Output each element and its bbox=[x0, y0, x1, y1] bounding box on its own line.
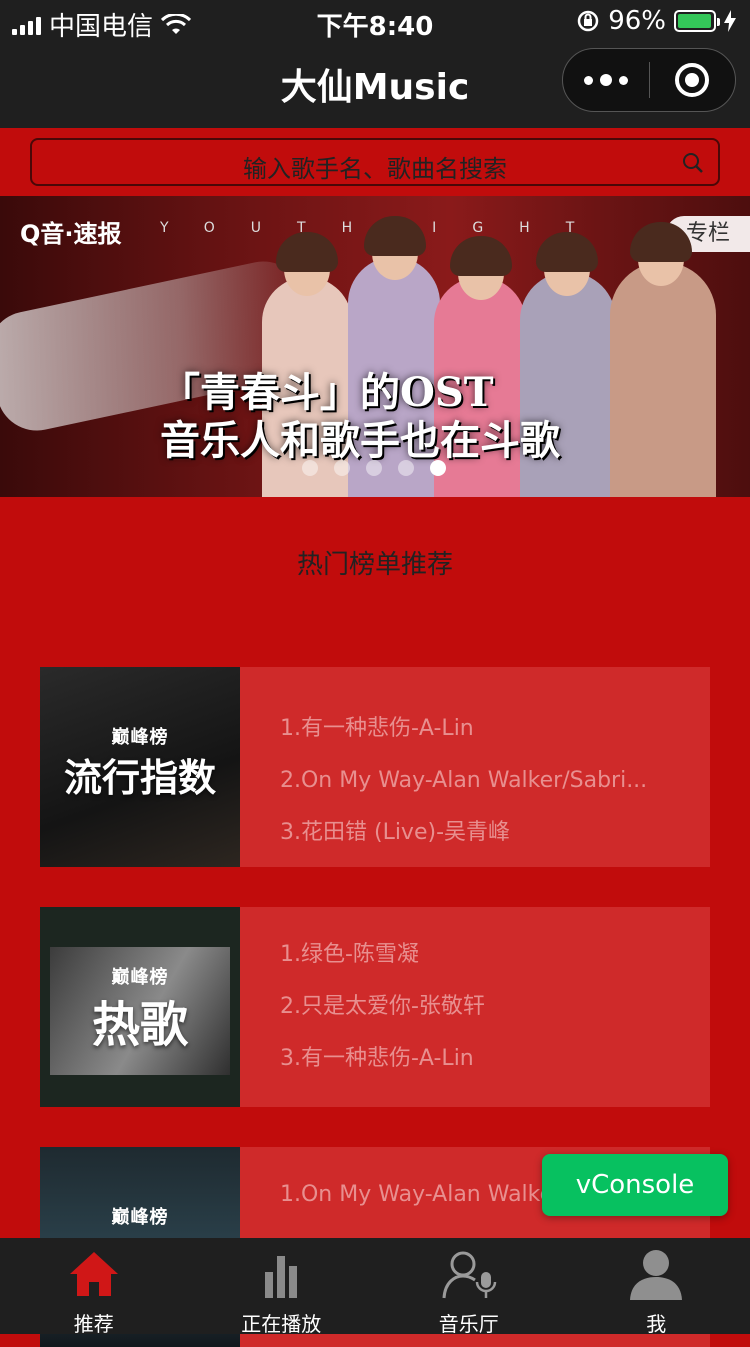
tab-label: 我 bbox=[563, 1308, 750, 1337]
home-icon bbox=[66, 1248, 122, 1300]
charging-icon bbox=[724, 10, 736, 32]
rotation-lock-icon bbox=[576, 9, 600, 33]
song-item: 3.有一种悲伤-A-Lin bbox=[280, 1033, 670, 1085]
singer-mic-icon bbox=[441, 1248, 497, 1300]
tab-now-playing[interactable]: 正在播放 bbox=[188, 1238, 376, 1334]
song-item: 1.绿色-陈雪凝 bbox=[280, 929, 670, 981]
search-input[interactable]: 输入歌手名、歌曲名搜索 bbox=[30, 138, 720, 186]
song-list: 1.绿色-陈雪凝 2.只是太爱你-张敬轩 3.有一种悲伤-A-Lin bbox=[240, 907, 710, 1107]
navigation-bar: 大仙Music bbox=[0, 40, 750, 128]
song-item: 1.有一种悲伤-A-Lin bbox=[280, 703, 670, 755]
tab-label: 音乐厅 bbox=[375, 1308, 563, 1337]
more-dots-icon bbox=[584, 76, 593, 85]
search-placeholder: 输入歌手名、歌曲名搜索 bbox=[32, 149, 718, 184]
battery-percent: 96% bbox=[608, 6, 666, 36]
bars-icon bbox=[253, 1248, 309, 1300]
carousel-dot[interactable] bbox=[430, 460, 446, 476]
search-area: 输入歌手名、歌曲名搜索 bbox=[0, 128, 750, 196]
tab-me[interactable]: 我 bbox=[563, 1238, 750, 1334]
cover-title: 流行指数 bbox=[40, 747, 240, 802]
ranking-cover: 巅峰榜 流行指数 bbox=[40, 667, 240, 867]
ranking-card-hot-songs[interactable]: 巅峰榜 热歌 1.绿色-陈雪凝 2.只是太爱你-张敬轩 3.有一种悲伤-A-Li… bbox=[40, 907, 710, 1107]
cover-title: 热歌 bbox=[40, 985, 240, 1055]
search-icon[interactable] bbox=[682, 152, 704, 174]
cover-logo: 巅峰榜 bbox=[40, 723, 240, 749]
banner-carousel[interactable]: Q音·速报 YOUTHFIGHT 专栏 「青春斗」的OST 音乐人和歌手也在斗歌 bbox=[0, 196, 750, 497]
tab-recommend[interactable]: 推荐 bbox=[0, 1238, 188, 1334]
cover-logo: 巅峰榜 bbox=[40, 1203, 240, 1229]
battery-icon bbox=[674, 10, 716, 32]
status-bar: 中国电信 下午8:40 96% bbox=[0, 0, 750, 40]
close-mini-program-button[interactable] bbox=[650, 49, 736, 111]
song-item: 2.只是太爱你-张敬轩 bbox=[280, 981, 670, 1033]
carousel-dot[interactable] bbox=[398, 460, 414, 476]
tab-label: 正在播放 bbox=[188, 1308, 376, 1337]
banner-brand: Q音·速报 bbox=[20, 214, 122, 249]
tab-bar: 推荐 正在播放 音乐厅 我 bbox=[0, 1238, 750, 1334]
song-list: 1.有一种悲伤-A-Lin 2.On My Way-Alan Walker/Sa… bbox=[240, 667, 710, 867]
ranking-cover: 巅峰榜 热歌 bbox=[40, 907, 240, 1107]
mini-program-capsule bbox=[562, 48, 736, 112]
song-item: 2.On My Way-Alan Walker/Sabri... bbox=[280, 755, 670, 807]
song-item: 3.花田错 (Live)-吴青峰 bbox=[280, 807, 670, 859]
user-icon bbox=[628, 1248, 684, 1300]
carousel-dot[interactable] bbox=[366, 460, 382, 476]
more-options-button[interactable] bbox=[563, 49, 649, 111]
target-close-icon bbox=[675, 63, 709, 97]
carousel-dot[interactable] bbox=[334, 460, 350, 476]
ranking-card-pop-index[interactable]: 巅峰榜 流行指数 1.有一种悲伤-A-Lin 2.On My Way-Alan … bbox=[40, 667, 710, 867]
section-title: 热门榜单推荐 bbox=[0, 544, 750, 581]
tab-label: 推荐 bbox=[0, 1308, 188, 1337]
carousel-dot[interactable] bbox=[302, 460, 318, 476]
banner-headline-2: 音乐人和歌手也在斗歌 bbox=[160, 408, 560, 466]
carousel-indicators bbox=[302, 460, 446, 476]
vconsole-button[interactable]: vConsole bbox=[542, 1154, 728, 1216]
tab-music-hall[interactable]: 音乐厅 bbox=[375, 1238, 563, 1334]
